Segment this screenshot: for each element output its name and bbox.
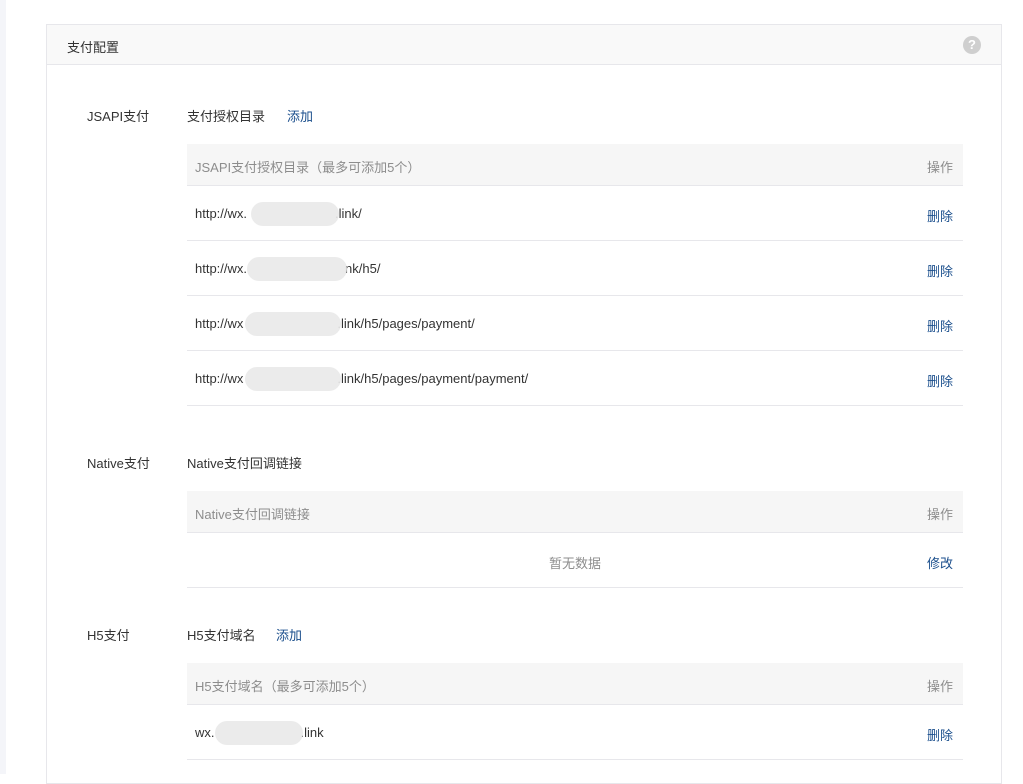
h5-header-action: 操作	[926, 679, 953, 694]
native-table: Native支付回调链接 操作 暂无数据 修改	[187, 491, 963, 588]
native-header-action: 操作	[926, 507, 953, 522]
delete-link[interactable]: 删除	[927, 725, 953, 744]
h5-table-header: H5支付域名（最多可添加5个） 操作	[187, 663, 963, 705]
delete-link[interactable]: 删除	[927, 316, 953, 335]
table-row: http://wx .link/h5/pages/payment/ 删除	[187, 296, 963, 351]
table-row: 暂无数据 修改	[187, 533, 963, 588]
jsapi-add-link[interactable]: 添加	[287, 106, 313, 125]
native-header-link: Native支付回调链接	[195, 507, 310, 522]
h5-section-label: H5支付	[87, 628, 130, 643]
table-row: http://wx. nk/h5/ 删除	[187, 241, 963, 296]
jsapi-sub-label: 支付授权目录	[187, 109, 266, 124]
jsapi-header-action: 操作	[926, 160, 953, 175]
h5-header-domain: H5支付域名（最多可添加5个）	[195, 679, 375, 694]
redacted-blur	[245, 312, 341, 336]
delete-link[interactable]: 删除	[927, 371, 953, 390]
h5-table: H5支付域名（最多可添加5个） 操作 wx. .link 删除	[187, 663, 963, 760]
table-row: http://wx .link/h5/pages/payment/payment/…	[187, 351, 963, 406]
h5-add-link[interactable]: 添加	[276, 625, 302, 644]
jsapi-table: JSAPI支付授权目录（最多可添加5个） 操作 http://wx. .link/…	[187, 144, 963, 406]
redacted-blur	[251, 202, 339, 226]
panel-header: 支付配置 ?	[47, 25, 1001, 65]
table-row: wx. .link 删除	[187, 705, 963, 760]
h5-sub-label: H5支付域名	[187, 628, 256, 643]
jsapi-header-directory: JSAPI支付授权目录（最多可添加5个）	[195, 160, 421, 175]
native-table-header: Native支付回调链接 操作	[187, 491, 963, 533]
delete-link[interactable]: 删除	[927, 261, 953, 280]
redacted-blur	[245, 367, 341, 391]
jsapi-table-header: JSAPI支付授权目录（最多可添加5个） 操作	[187, 144, 963, 186]
panel-title: 支付配置	[67, 40, 120, 55]
redacted-blur	[247, 257, 347, 281]
help-icon[interactable]: ?	[963, 36, 981, 54]
table-row: http://wx. .link/ 删除	[187, 186, 963, 241]
delete-link[interactable]: 删除	[927, 206, 953, 225]
redacted-blur	[215, 721, 303, 745]
native-sub-label: Native支付回调链接	[187, 456, 302, 471]
left-rail	[0, 0, 6, 774]
jsapi-section-label: JSAPI支付	[87, 109, 150, 124]
payment-config-panel: 支付配置 ? JSAPI支付 支付授权目录 添加 JSAPI支付授权目录（最多可…	[46, 24, 1002, 784]
native-section-label: Native支付	[87, 456, 150, 471]
empty-state-text: 暂无数据	[548, 556, 601, 571]
edit-link[interactable]: 修改	[927, 553, 953, 572]
